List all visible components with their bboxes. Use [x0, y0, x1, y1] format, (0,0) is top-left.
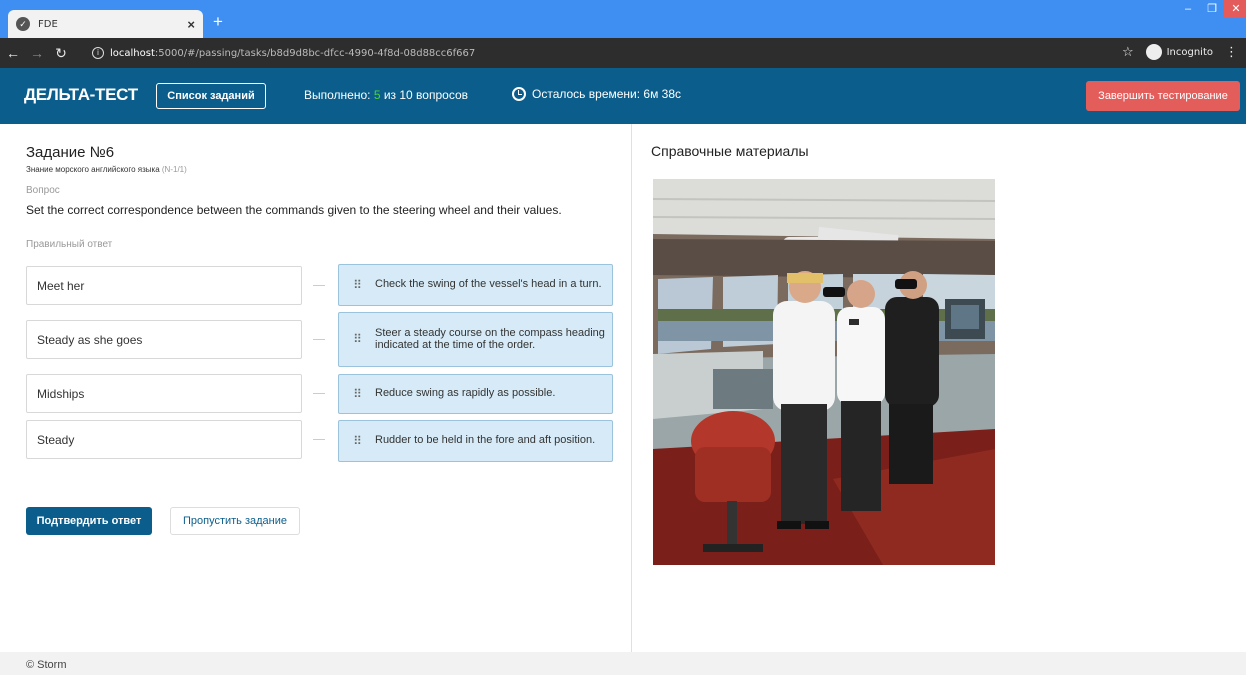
definition-text: Check the swing of the vessel's head in … — [375, 278, 602, 291]
finish-test-button[interactable]: Завершить тестирование — [1086, 81, 1240, 111]
restore-icon[interactable]: ❐ — [1200, 0, 1224, 18]
incognito-icon — [1145, 44, 1162, 60]
reload-icon[interactable]: ↻ — [50, 45, 72, 62]
reference-image — [653, 179, 995, 565]
window-controls: – ❐ ✕ — [1176, 0, 1246, 20]
connector-dash — [313, 393, 325, 394]
answer-label: Правильный ответ — [26, 239, 113, 250]
question-label: Вопрос — [26, 185, 60, 196]
incognito-label: Incognito — [1166, 46, 1213, 58]
drag-handle-icon[interactable]: ⠿ — [339, 388, 375, 401]
url-path: :5000/#/passing/tasks/b8d9d8bc-dfcc-4990… — [154, 47, 476, 59]
new-tab-button[interactable]: + — [208, 12, 228, 32]
task-list-button[interactable]: Список заданий — [156, 83, 266, 109]
bookmark-star-icon[interactable]: ☆ — [1122, 45, 1134, 60]
info-icon[interactable]: i — [92, 47, 104, 59]
definition-card[interactable]: ⠿ Check the swing of the vessel's head i… — [338, 264, 613, 306]
skip-task-button[interactable]: Пропустить задание — [170, 507, 300, 535]
task-topic: Знание морского английского языка — [26, 165, 160, 174]
forward-arrow-icon[interactable]: → — [26, 45, 48, 61]
connector-dash — [313, 439, 325, 440]
definition-text: Reduce swing as rapidly as possible. — [375, 387, 556, 400]
question-text: Set the correct correspondence between t… — [26, 203, 562, 217]
url-field[interactable]: i localhost:5000/#/passing/tasks/b8d9d8b… — [92, 42, 1112, 64]
footer: © Storm — [0, 652, 1246, 675]
address-bar: ← → ↻ i localhost:5000/#/passing/tasks/b… — [0, 38, 1246, 68]
brand-logo[interactable]: ДЕЛЬТА-ТЕСТ — [24, 85, 138, 105]
panel-divider — [631, 124, 632, 652]
definition-card[interactable]: ⠿ Reduce swing as rapidly as possible. — [338, 374, 613, 414]
connector-dash — [313, 285, 325, 286]
definition-text: Rudder to be held in the fore and aft po… — [375, 434, 596, 447]
window-close-icon[interactable]: ✕ — [1224, 0, 1246, 18]
confirm-answer-button[interactable]: Подтвердить ответ — [26, 507, 152, 535]
definition-card[interactable]: ⠿ Steer a steady course on the compass h… — [338, 312, 613, 367]
progress-done-count: 5 — [373, 88, 381, 102]
address-bar-actions: ☆ Incognito ⋮ — [1122, 44, 1238, 60]
command-field: Steady — [26, 420, 302, 459]
task-panel: Задание №6 Знание морского английского я… — [0, 124, 632, 652]
clock-icon — [512, 87, 526, 101]
copyright-text: © Storm — [26, 659, 67, 671]
reference-title: Справочные материалы — [651, 143, 809, 159]
browser-tab-bar: ✓ FDE × + – ❐ ✕ — [0, 0, 1246, 38]
command-field: Midships — [26, 374, 302, 413]
browser-tab[interactable]: ✓ FDE × — [8, 10, 203, 38]
definition-text: Steer a steady course on the compass hea… — [375, 326, 605, 351]
task-title: Задание №6 — [26, 144, 115, 161]
check-circle-icon: ✓ — [16, 17, 30, 31]
task-subtitle: Знание морского английского языка (N-1/1… — [26, 165, 187, 174]
url-host: localhost — [110, 47, 155, 59]
minimize-icon[interactable]: – — [1176, 0, 1200, 18]
task-code: (N-1/1) — [161, 165, 187, 174]
drag-handle-icon[interactable]: ⠿ — [339, 435, 375, 448]
progress-counter: Выполнено: 5 из 10 вопросов — [304, 88, 468, 102]
drag-handle-icon[interactable]: ⠿ — [339, 333, 375, 346]
browser-menu-icon[interactable]: ⋮ — [1225, 45, 1238, 60]
definition-card[interactable]: ⠿ Rudder to be held in the fore and aft … — [338, 420, 613, 462]
progress-prefix: Выполнено: — [304, 88, 374, 102]
tab-title: FDE — [38, 18, 58, 30]
timer-text: Осталось времени: 6м 38с — [532, 87, 682, 101]
time-remaining: Осталось времени: 6м 38с — [512, 87, 681, 101]
connector-dash — [313, 339, 325, 340]
drag-handle-icon[interactable]: ⠿ — [339, 279, 375, 292]
back-arrow-icon[interactable]: ← — [2, 45, 24, 61]
ship-bridge-photo — [653, 179, 995, 565]
command-field: Meet her — [26, 266, 302, 305]
tab-close-icon[interactable]: × — [187, 17, 195, 32]
progress-suffix: из 10 вопросов — [380, 88, 468, 102]
command-field: Steady as she goes — [26, 320, 302, 359]
app-header: ДЕЛЬТА-ТЕСТ Список заданий Выполнено: 5 … — [0, 68, 1246, 124]
